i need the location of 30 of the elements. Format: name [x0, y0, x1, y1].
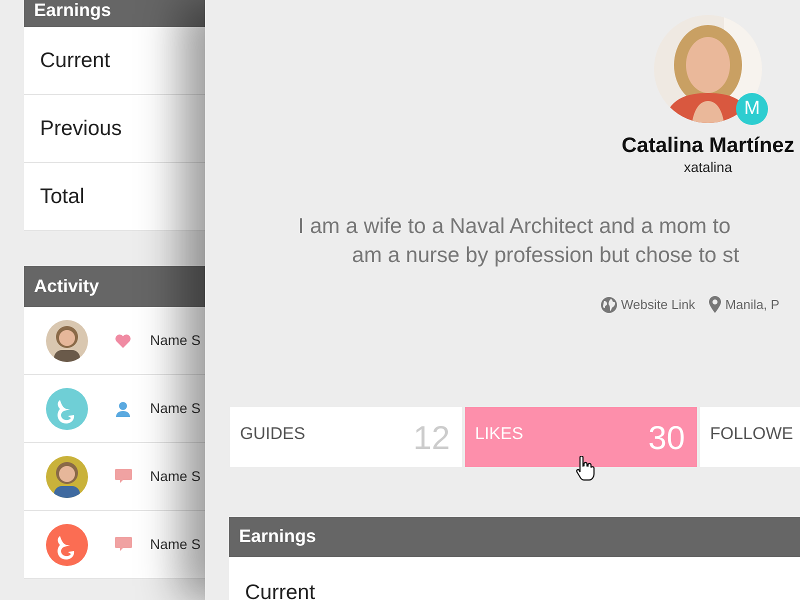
chat-bubble-icon [114, 469, 132, 484]
user-name: Name S [150, 399, 201, 418]
user-name: Name S [150, 535, 201, 554]
activity-row[interactable]: Name S [24, 375, 205, 443]
activity-row[interactable]: Name S [24, 511, 205, 579]
location-text: Manila, P [725, 296, 780, 314]
username: xatalina [684, 158, 732, 178]
user-name: Name S [150, 467, 201, 486]
menu-item[interactable]: Total [24, 163, 205, 231]
user-name: Name S [150, 331, 201, 350]
activity-row[interactable]: Name S [24, 443, 205, 511]
bio-text: am a nurse by profession but chose to st [351, 242, 740, 270]
person-icon [115, 400, 131, 416]
activity-row[interactable]: Name S [24, 307, 205, 375]
avatar-badge: M [736, 93, 768, 125]
bio-text: I am a wife to a Naval Architect and a mom to [298, 213, 732, 240]
heart-icon [115, 334, 131, 348]
menu-item[interactable]: Current [229, 556, 800, 600]
location-pin-icon [709, 296, 722, 314]
menu-item[interactable]: Previous [24, 95, 205, 163]
menu-item[interactable]: Current [24, 27, 205, 95]
panel-header: Earnings [229, 516, 800, 557]
panel-header: Activity [24, 266, 205, 307]
chat-bubble-icon [114, 537, 132, 552]
stat-tab[interactable]: FOLLOWE [700, 406, 800, 467]
globe-icon [601, 296, 617, 313]
hand-cursor-icon [575, 456, 595, 482]
panel-header: Earnings [24, 0, 205, 27]
profile-name: Catalina Martínez [622, 134, 794, 158]
website-link[interactable]: Website Link [621, 295, 696, 315]
